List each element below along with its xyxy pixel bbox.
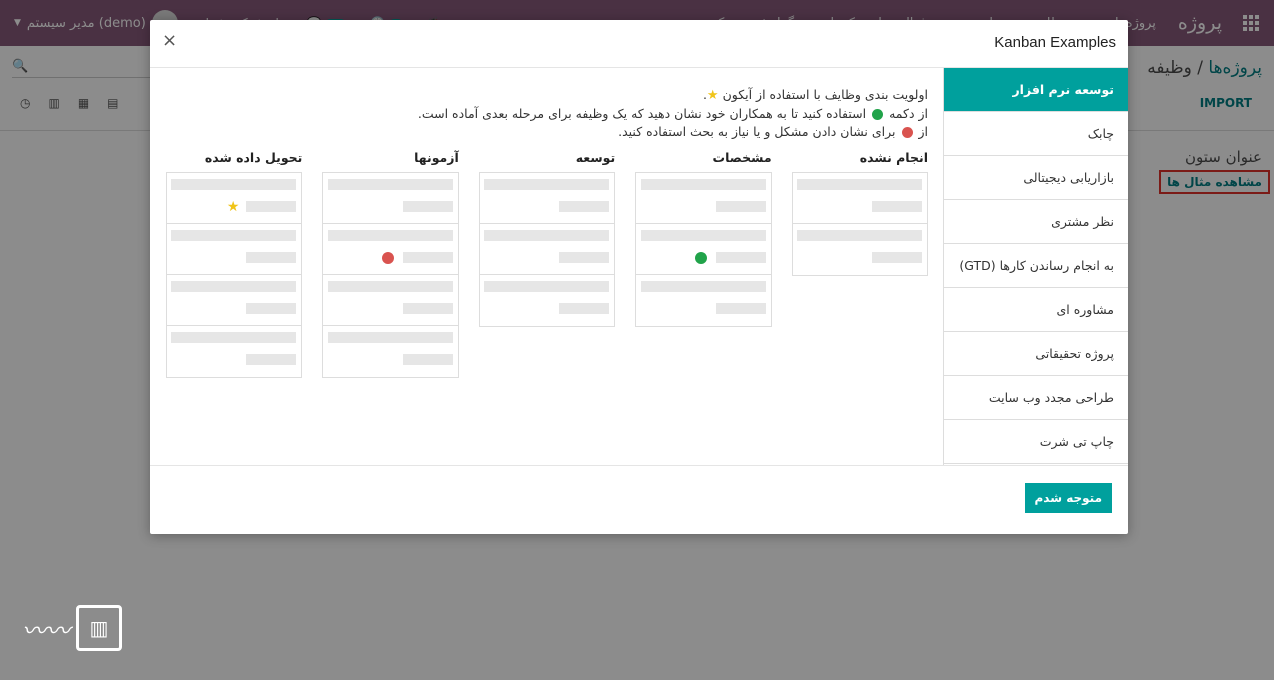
card-placeholder-line: [246, 252, 297, 263]
close-icon[interactable]: ×: [162, 30, 177, 51]
example-card: ★: [166, 173, 302, 224]
modal-title: Kanban Examples: [994, 34, 1116, 51]
column-cards: [791, 172, 928, 276]
kanban-examples-dialog: × Kanban Examples توسعه نرم افزار چابک باز…: [150, 20, 1128, 534]
watermark-logo: 〰〰 ▥: [22, 605, 122, 651]
example-card: [479, 224, 615, 275]
card-placeholder-line: [402, 252, 453, 263]
examples-list: توسعه نرم افزار چابک بازاریابی دیجیتالی نظر…: [943, 68, 1128, 465]
card-placeholder-line: [640, 281, 766, 292]
example-item[interactable]: به انجام رساندن کارها (GTD): [944, 244, 1128, 288]
example-card: [793, 224, 927, 275]
example-item[interactable]: بازاریابی دیجیتالی: [944, 156, 1128, 200]
card-placeholder-line: [171, 230, 297, 241]
star-icon: ★: [226, 199, 240, 215]
card-placeholder-line: [171, 179, 297, 190]
card-placeholder-line: [640, 230, 766, 241]
description-line-3: از برای نشان دادن مشکل و یا نیاز به بحث …: [618, 124, 928, 139]
card-placeholder-line: [327, 332, 453, 343]
column-title: تحویل داده شده: [204, 150, 303, 165]
green-dot-icon: [693, 250, 709, 265]
column-title: توسعه: [575, 150, 616, 165]
kanban-column: آزمونها: [322, 150, 459, 378]
kanban-column: تحویل داده شده ★: [165, 150, 303, 378]
card-placeholder-line: [402, 303, 453, 314]
card-placeholder-line: [559, 252, 610, 263]
card-placeholder-line: [171, 332, 297, 343]
card-placeholder-line: [327, 179, 453, 190]
column-cards: ★: [165, 172, 303, 378]
card-placeholder-line: [872, 252, 922, 263]
card-placeholder-line: [246, 201, 297, 212]
example-card: [479, 173, 615, 224]
modal-body: توسعه نرم افزار چابک بازاریابی دیجیتالی نظر…: [150, 68, 1128, 465]
description-line-1: اولویت بندی وظایف با استفاده از آیکون ★.: [702, 87, 928, 103]
example-item[interactable]: توسعه نرم افزار: [944, 68, 1128, 112]
example-card: [167, 326, 301, 377]
example-card: [792, 173, 927, 224]
card-placeholder-line: [559, 303, 610, 314]
red-dot-icon: [901, 127, 913, 138]
example-item[interactable]: پروژه تحقیقاتی: [944, 332, 1128, 376]
card-placeholder-line: [715, 252, 766, 263]
column-cards: [478, 172, 616, 327]
example-card: [166, 224, 302, 275]
column-title: آزمونها: [414, 150, 459, 165]
star-icon: ★: [706, 88, 719, 103]
example-card: [166, 275, 302, 326]
card-placeholder-line: [715, 303, 766, 314]
watermark-text: 〰〰: [22, 616, 70, 645]
card-placeholder-line: [327, 230, 453, 241]
example-item[interactable]: چاپ تی شرت: [944, 420, 1128, 464]
kanban-column: انجام نشده: [791, 150, 928, 378]
modal-header: × Kanban Examples: [150, 20, 1128, 68]
example-item[interactable]: طراحی مجدد وب سایت: [944, 376, 1128, 420]
card-placeholder-line: [246, 303, 297, 314]
card-placeholder-line: [246, 354, 297, 365]
example-card: [636, 275, 770, 326]
card-placeholder-line: [559, 201, 610, 212]
example-card: [323, 224, 458, 275]
card-placeholder-line: [797, 179, 922, 190]
example-card: [323, 326, 457, 377]
example-card: [636, 224, 771, 275]
example-item[interactable]: چابک: [944, 112, 1128, 156]
watermark-icon: ▥: [76, 605, 122, 651]
card-placeholder-line: [484, 281, 610, 292]
card-placeholder-line: [484, 179, 610, 190]
kanban-column: توسعه: [478, 150, 616, 378]
example-card: [636, 173, 771, 224]
card-placeholder-line: [402, 201, 453, 212]
modal-footer: متوجه شدم: [150, 465, 1128, 534]
card-placeholder-line: [872, 201, 922, 212]
green-dot-icon: [872, 109, 884, 120]
red-dot-icon: [380, 250, 396, 265]
card-placeholder-line: [402, 354, 453, 365]
got-it-button[interactable]: متوجه شدم: [1024, 483, 1112, 513]
column-cards: [635, 172, 772, 327]
card-placeholder-line: [715, 201, 766, 212]
column-title: مشخصات: [712, 150, 772, 165]
example-card: [323, 275, 458, 326]
example-card: [480, 275, 614, 326]
kanban-column: مشخصات: [635, 150, 772, 378]
example-columns: انجام نشده مشخصات توسعه آزمونها تحویل داده ش…: [165, 150, 928, 378]
card-placeholder-line: [484, 230, 610, 241]
description-line-2: از دکمه استفاده کنید تا به همکاران خود ن…: [417, 106, 928, 121]
column-cards: [322, 172, 459, 378]
example-description: اولویت بندی وظایف با استفاده از آیکون ★.…: [348, 86, 928, 141]
example-item[interactable]: نظر مشتری: [944, 200, 1128, 244]
example-item[interactable]: مشاوره ای: [944, 288, 1128, 332]
card-placeholder-line: [640, 179, 766, 190]
card-placeholder-line: [797, 230, 922, 241]
card-placeholder-line: [171, 281, 297, 292]
column-title: انجام نشده: [859, 150, 928, 165]
example-card: [323, 173, 458, 224]
card-placeholder-line: [327, 281, 453, 292]
